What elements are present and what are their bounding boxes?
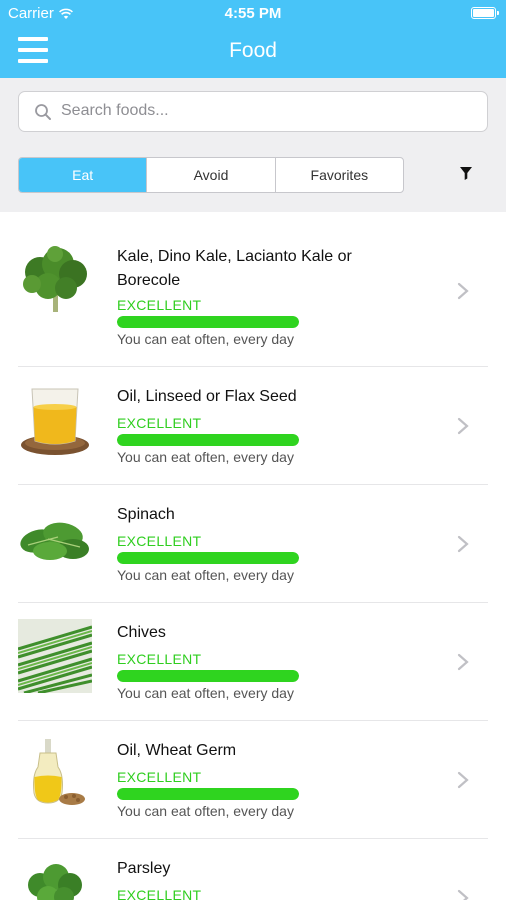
chevron-right-icon [457,653,469,671]
food-row-linseed-oil[interactable]: Oil, Linseed or Flax Seed EXCELLENT You … [0,367,506,485]
oil-glass-image [21,388,89,455]
tab-eat[interactable]: Eat [19,158,148,192]
food-name: Parsley [117,860,171,877]
food-name: Oil, Wheat Germ [117,742,237,759]
rating-bar [117,788,299,800]
rating-label: EXCELLENT [117,651,202,667]
food-row-spinach[interactable]: Spinach EXCELLENT You can eat often, eve… [0,485,506,603]
oil-bottle-image [33,739,85,805]
rating-description: You can eat often, every day [117,331,294,347]
food-row-wheat-germ-oil[interactable]: Oil, Wheat Germ EXCELLENT You can eat of… [0,721,506,839]
rating-description: You can eat often, every day [117,803,294,819]
rating-bar-fill [117,316,299,328]
rating-bar [117,316,299,328]
chevron-right-icon [457,771,469,789]
rating-bar-fill [117,434,299,446]
food-row-parsley[interactable]: Parsley EXCELLENT [0,839,506,900]
rating-label: EXCELLENT [117,533,202,549]
filter-area: Eat Avoid Favorites [0,78,506,212]
parsley-image [28,864,82,900]
kale-image [23,246,87,312]
rating-bar-fill [117,670,299,682]
rating-description: You can eat often, every day [117,567,294,583]
food-row-kale[interactable]: Kale, Dino Kale, Lacianto Kale or Boreco… [0,212,506,367]
status-time: 4:55 PM [224,5,282,22]
search-input[interactable] [61,92,471,130]
app-header: Carrier 4:55 PM Food [0,0,506,78]
food-row-chives[interactable]: Chives EXCELLENT You can eat often, ever… [0,603,506,721]
rating-bar-fill [117,788,299,800]
funnel-filter-icon[interactable] [456,163,476,183]
rating-bar-fill [117,552,299,564]
tab-avoid[interactable]: Avoid [147,158,276,192]
chevron-right-icon [457,417,469,435]
rating-bar [117,552,299,564]
food-name: Oil, Linseed or Flax Seed [117,388,297,405]
rating-description: You can eat often, every day [117,449,294,465]
rating-label: EXCELLENT [117,887,202,900]
battery-icon [471,7,499,19]
food-name: Chives [117,624,166,641]
chevron-right-icon [457,282,469,300]
tab-favorites[interactable]: Favorites [276,158,403,192]
spinach-image [20,522,89,560]
rating-description: You can eat often, every day [117,685,294,701]
food-name: Spinach [117,506,175,523]
search-icon [35,104,51,120]
segmented-control: Eat Avoid Favorites [18,157,404,193]
navigation-bar: Food [0,26,506,78]
rating-label: EXCELLENT [117,297,202,313]
chevron-right-icon [457,889,469,900]
search-box[interactable] [18,91,488,132]
chevron-right-icon [457,535,469,553]
chives-image [18,619,92,693]
page-title: Food [229,39,277,62]
rating-label: EXCELLENT [117,415,202,431]
rating-label: EXCELLENT [117,769,202,785]
food-name: Kale, Dino Kale, Lacianto Kale or Boreco… [117,248,352,289]
rating-bar [117,670,299,682]
status-bar: Carrier 4:55 PM [0,0,506,26]
rating-bar [117,434,299,446]
